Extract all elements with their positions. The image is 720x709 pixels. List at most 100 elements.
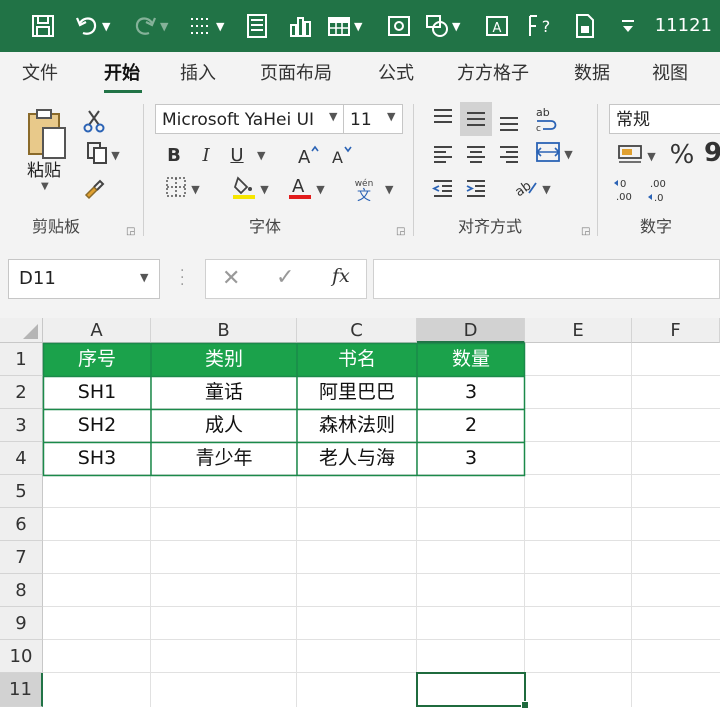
comma-style-button[interactable]: 9: [704, 138, 720, 168]
fill-handle[interactable]: [521, 701, 529, 709]
align-center-icon[interactable]: [463, 142, 489, 168]
tab-fangfang[interactable]: 方方格子: [457, 52, 529, 96]
more-options-icon[interactable]: · · ·: [180, 264, 185, 292]
align-right-icon[interactable]: [496, 142, 522, 168]
table-cell[interactable]: 童话: [151, 376, 297, 409]
tab-data[interactable]: 数据: [574, 52, 610, 96]
increase-indent-icon[interactable]: [463, 176, 489, 202]
chevron-down-icon[interactable]: ▼: [140, 271, 148, 284]
font-color-button[interactable]: A ▼: [282, 176, 330, 202]
textbox-icon[interactable]: A: [484, 0, 510, 52]
chevron-down-icon[interactable]: ▼: [41, 181, 49, 192]
document-icon[interactable]: [572, 0, 598, 52]
insert-function-button[interactable]: fx: [332, 265, 350, 287]
table-cell[interactable]: 2: [417, 409, 525, 442]
row-header[interactable]: 5: [0, 475, 43, 508]
chevron-down-icon[interactable]: ▼: [329, 110, 337, 123]
copy-button[interactable]: ▼: [80, 141, 126, 168]
screenshot-icon[interactable]: [386, 0, 412, 52]
italic-button[interactable]: I: [195, 142, 217, 168]
dialog-launcher-icon[interactable]: ◲: [581, 226, 590, 237]
align-top-icon[interactable]: [430, 104, 456, 132]
borders-button[interactable]: ▼: [158, 176, 206, 202]
paste-label[interactable]: 粘贴: [27, 156, 61, 181]
row-header[interactable]: 2: [0, 376, 43, 409]
row-header[interactable]: 1: [0, 343, 43, 376]
row-header[interactable]: 4: [0, 442, 43, 475]
enter-icon[interactable]: ✓: [276, 265, 294, 290]
bold-button[interactable]: B: [163, 142, 185, 168]
cut-icon[interactable]: [82, 108, 106, 134]
borders-quick-button[interactable]: ▼: [188, 0, 224, 52]
chevron-down-icon[interactable]: ▼: [257, 149, 265, 162]
tab-formulas[interactable]: 公式: [378, 52, 414, 96]
column-header-c[interactable]: C: [297, 318, 417, 343]
underline-button[interactable]: U: [226, 142, 248, 168]
row-header[interactable]: 9: [0, 607, 43, 640]
wrap-text-icon[interactable]: ab c: [532, 104, 560, 134]
orientation-button[interactable]: ab ▼: [508, 176, 556, 202]
chevron-down-icon[interactable]: ▼: [387, 110, 395, 123]
row-header[interactable]: 10: [0, 640, 43, 673]
insert-table-button[interactable]: ▼: [326, 0, 362, 52]
decrease-decimal-icon[interactable]: .00.0: [646, 176, 674, 204]
table-cell[interactable]: 老人与海: [297, 442, 417, 475]
tab-view[interactable]: 视图: [652, 52, 688, 96]
column-header-b[interactable]: B: [151, 318, 297, 343]
redo-button[interactable]: ▼: [132, 0, 168, 52]
row-header[interactable]: 6: [0, 508, 43, 541]
paste-icon[interactable]: [22, 104, 72, 164]
shapes-button[interactable]: ▼: [424, 0, 460, 52]
format-painter-icon[interactable]: [80, 176, 108, 202]
fill-color-button[interactable]: ▼: [226, 175, 274, 202]
increase-font-size-icon[interactable]: A: [296, 142, 320, 168]
tab-page-layout[interactable]: 页面布局: [260, 52, 332, 96]
table-header-cell[interactable]: 类别: [151, 343, 297, 376]
customize-toolbar-icon[interactable]: [620, 0, 636, 52]
align-bottom-icon[interactable]: [496, 108, 522, 136]
table-cell[interactable]: 3: [417, 442, 525, 475]
align-middle-icon[interactable]: [460, 102, 492, 136]
cancel-icon[interactable]: ✕: [222, 266, 240, 291]
number-format-box[interactable]: 常规: [609, 104, 720, 134]
column-header-f[interactable]: F: [632, 318, 720, 343]
dialog-launcher-icon[interactable]: ◲: [396, 226, 405, 237]
table-cell[interactable]: 3: [417, 376, 525, 409]
table-header-cell[interactable]: 数量: [417, 343, 525, 376]
symbol-icon[interactable]: ?: [526, 0, 554, 52]
formula-input[interactable]: [373, 259, 720, 299]
column-header-a[interactable]: A: [43, 318, 151, 343]
accounting-format-button[interactable]: ▼: [610, 142, 662, 170]
calculator-icon[interactable]: [244, 0, 270, 52]
table-cell[interactable]: 森林法则: [297, 409, 417, 442]
table-header-cell[interactable]: 书名: [297, 343, 417, 376]
decrease-indent-icon[interactable]: [430, 176, 456, 202]
chart-icon[interactable]: [288, 0, 314, 52]
align-left-icon[interactable]: [430, 142, 456, 168]
column-header-d[interactable]: D: [417, 318, 525, 343]
name-box[interactable]: D11: [8, 259, 160, 299]
merge-center-button[interactable]: ▼: [530, 140, 578, 168]
row-header[interactable]: 3: [0, 409, 43, 442]
save-icon[interactable]: [30, 0, 56, 52]
increase-decimal-icon[interactable]: 0.00: [612, 176, 640, 204]
select-all-button[interactable]: [0, 318, 43, 343]
row-header[interactable]: 8: [0, 574, 43, 607]
table-header-cell[interactable]: 序号: [43, 343, 151, 376]
table-cell[interactable]: 成人: [151, 409, 297, 442]
percent-style-button[interactable]: %: [668, 140, 696, 170]
tab-file[interactable]: 文件: [22, 52, 58, 96]
row-header[interactable]: 7: [0, 541, 43, 574]
table-cell[interactable]: 阿里巴巴: [297, 376, 417, 409]
phonetic-button[interactable]: wén 文: [350, 178, 378, 204]
table-cell[interactable]: SH2: [43, 409, 151, 442]
tab-insert[interactable]: 插入: [180, 52, 216, 96]
active-cell[interactable]: [416, 672, 526, 707]
table-cell[interactable]: SH3: [43, 442, 151, 475]
font-name-box[interactable]: Microsoft YaHei UI: [155, 104, 345, 134]
column-header-e[interactable]: E: [525, 318, 632, 343]
chevron-down-icon[interactable]: ▼: [385, 183, 393, 196]
dialog-launcher-icon[interactable]: ◲: [126, 226, 135, 237]
decrease-font-size-icon[interactable]: A: [330, 142, 354, 168]
table-cell[interactable]: SH1: [43, 376, 151, 409]
